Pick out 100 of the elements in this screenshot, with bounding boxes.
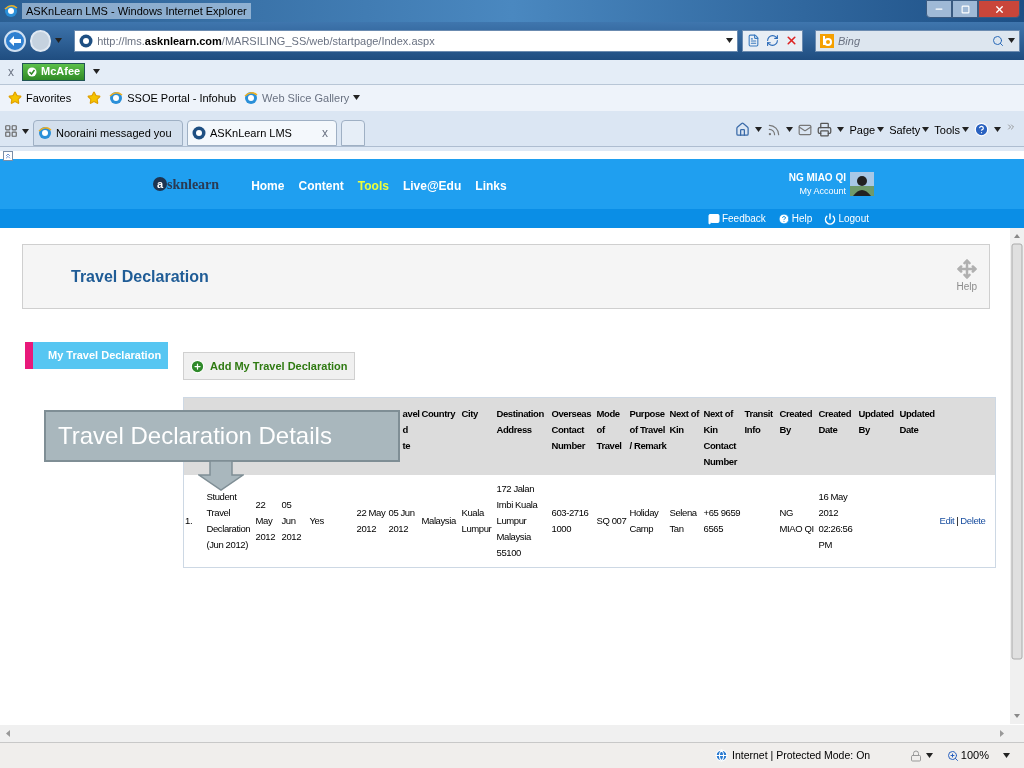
column-header: Next of Kin Contact Number	[703, 407, 739, 470]
close-button[interactable]	[978, 0, 1020, 18]
table-cell: Student Travel Declaration (Jun 2012)	[206, 490, 251, 550]
add-button[interactable]: Add My Travel Declaration	[183, 352, 355, 381]
globe-icon	[109, 90, 124, 105]
minimize-button[interactable]	[926, 0, 952, 18]
column-header: Purpose of Travel / Remark	[629, 407, 668, 454]
caret-icon[interactable]	[93, 69, 101, 75]
help-icon[interactable]	[974, 122, 989, 138]
page-title: Travel Declaration	[71, 266, 209, 287]
column-header: avel d te	[402, 407, 420, 454]
down-arrow-icon	[198, 461, 244, 491]
header-link[interactable]: Feedback	[721, 211, 766, 227]
vertical-scrollbar[interactable]	[1010, 228, 1024, 725]
compatibility-icon[interactable]	[747, 34, 760, 48]
globe-icon	[38, 126, 52, 141]
table-cell: Selena Tan	[669, 506, 697, 534]
user-name: NG MIAO QI	[788, 170, 846, 185]
table-cell: Holiday Camp	[629, 506, 659, 534]
table-cell: 05 Jun 2012	[281, 498, 302, 542]
table-cell: Yes	[309, 514, 324, 526]
logo-mark: a	[153, 177, 167, 192]
caret-icon[interactable]	[925, 753, 933, 759]
favorites-star-icon[interactable]	[8, 90, 22, 105]
command-menu[interactable]: Tools	[934, 121, 960, 139]
table-cell: +65 9659 6565	[703, 506, 741, 534]
caret-icon[interactable]	[962, 127, 969, 133]
column-header: Overseas Contact Number	[551, 407, 593, 454]
command-menu[interactable]: Page	[849, 121, 876, 139]
table-cell: 1.	[185, 514, 193, 526]
column-header: Next of Kin	[669, 407, 701, 438]
caret-icon[interactable]	[1003, 753, 1010, 759]
column-header: Updated By	[858, 407, 895, 438]
logout-icon	[824, 212, 837, 225]
table-cell: Malaysia	[421, 514, 456, 526]
column-header: Updated Date	[899, 407, 936, 438]
globe-icon	[244, 90, 259, 105]
caret-icon[interactable]	[994, 127, 1001, 133]
caret-icon[interactable]	[22, 129, 29, 135]
search-input[interactable]: Bing	[838, 32, 988, 49]
nav-link[interactable]: Live@Edu	[402, 177, 462, 196]
column-header: Country	[421, 407, 456, 422]
forward-button[interactable]	[29, 29, 52, 52]
table-cell: 05 Jun 2012	[388, 506, 415, 534]
nav-link[interactable]: Content	[298, 177, 344, 196]
caret-icon[interactable]	[755, 127, 763, 133]
zoom-level[interactable]: 100%	[960, 747, 989, 764]
browser-tab[interactable]: Nooraini messaged you	[33, 120, 183, 147]
back-button[interactable]	[4, 29, 26, 52]
refresh-icon[interactable]	[766, 34, 779, 48]
window-title: ASKnLearn LMS - Windows Internet Explorer	[22, 2, 251, 20]
avatar	[850, 172, 874, 197]
search-field[interactable]: Bing	[815, 29, 1020, 52]
nav-link[interactable]: Links	[475, 177, 507, 196]
mail-icon[interactable]	[798, 122, 813, 137]
collapse-icon[interactable]	[3, 151, 13, 162]
addon-button[interactable]: McAfee	[22, 62, 86, 81]
table-cell: 172 Jalan Imbi Kuala Lumpur Malaysia 55100	[496, 482, 538, 558]
maximize-button[interactable]	[952, 0, 978, 18]
favorites-button[interactable]: Favorites	[26, 89, 72, 107]
caret-icon[interactable]	[786, 127, 794, 133]
table-cell: 603-2716 1000	[551, 506, 589, 534]
nav-link[interactable]: Home	[251, 177, 285, 196]
header-link[interactable]: Help	[791, 211, 813, 227]
column-header: Transit Info	[744, 407, 774, 438]
column-header: Destination Address	[496, 407, 545, 438]
caret-icon[interactable]	[353, 95, 361, 101]
favorite-link[interactable]: Web Slice Gallery	[262, 89, 350, 107]
url-text: http://lms.asknlearn.com/MARSILING_SS/web/startpage/Index.aspx	[97, 33, 435, 49]
row-action-link[interactable]: Delete	[960, 514, 986, 526]
account-link[interactable]: My Account	[799, 184, 846, 199]
caret-icon[interactable]	[877, 127, 885, 133]
nav-link[interactable]: Tools	[357, 177, 389, 196]
command-menu[interactable]: Safety	[889, 121, 921, 139]
close-toolbar-button[interactable]: x	[8, 62, 14, 81]
zoom-icon[interactable]	[946, 749, 959, 762]
caret-icon[interactable]	[726, 38, 733, 44]
stop-icon[interactable]	[785, 34, 798, 48]
caret-icon[interactable]	[837, 127, 845, 133]
caret-icon[interactable]	[1008, 38, 1015, 44]
back-arrow-icon	[8, 35, 21, 46]
separator: |	[956, 514, 959, 526]
favorite-link[interactable]: SSOE Portal - Infohub	[127, 89, 237, 107]
column-header: City	[461, 407, 478, 422]
column-header: Created Date	[818, 407, 853, 438]
maximize-icon	[960, 4, 970, 14]
callout-box: Travel Declaration Details	[44, 410, 400, 462]
browser-tab[interactable]: ASKnLearn LMS x	[187, 120, 337, 147]
table-cell: 22 May 2012	[255, 498, 276, 542]
header-link[interactable]: Logout	[838, 211, 869, 227]
home-icon[interactable]	[735, 122, 751, 138]
plus-icon	[190, 358, 205, 374]
logo-text: sknlearn	[167, 175, 220, 194]
address-field[interactable]: http://lms.asknlearn.com/MARSILING_SS/web/startpage/Index.aspx	[74, 29, 738, 52]
horizontal-scrollbar[interactable]	[0, 725, 1024, 743]
print-icon[interactable]	[817, 122, 833, 138]
table-cell: 22 May 2012	[356, 506, 386, 534]
caret-icon[interactable]	[922, 127, 930, 133]
row-action-link[interactable]: Edit	[939, 514, 955, 526]
close-tab-button[interactable]: x	[322, 124, 328, 143]
